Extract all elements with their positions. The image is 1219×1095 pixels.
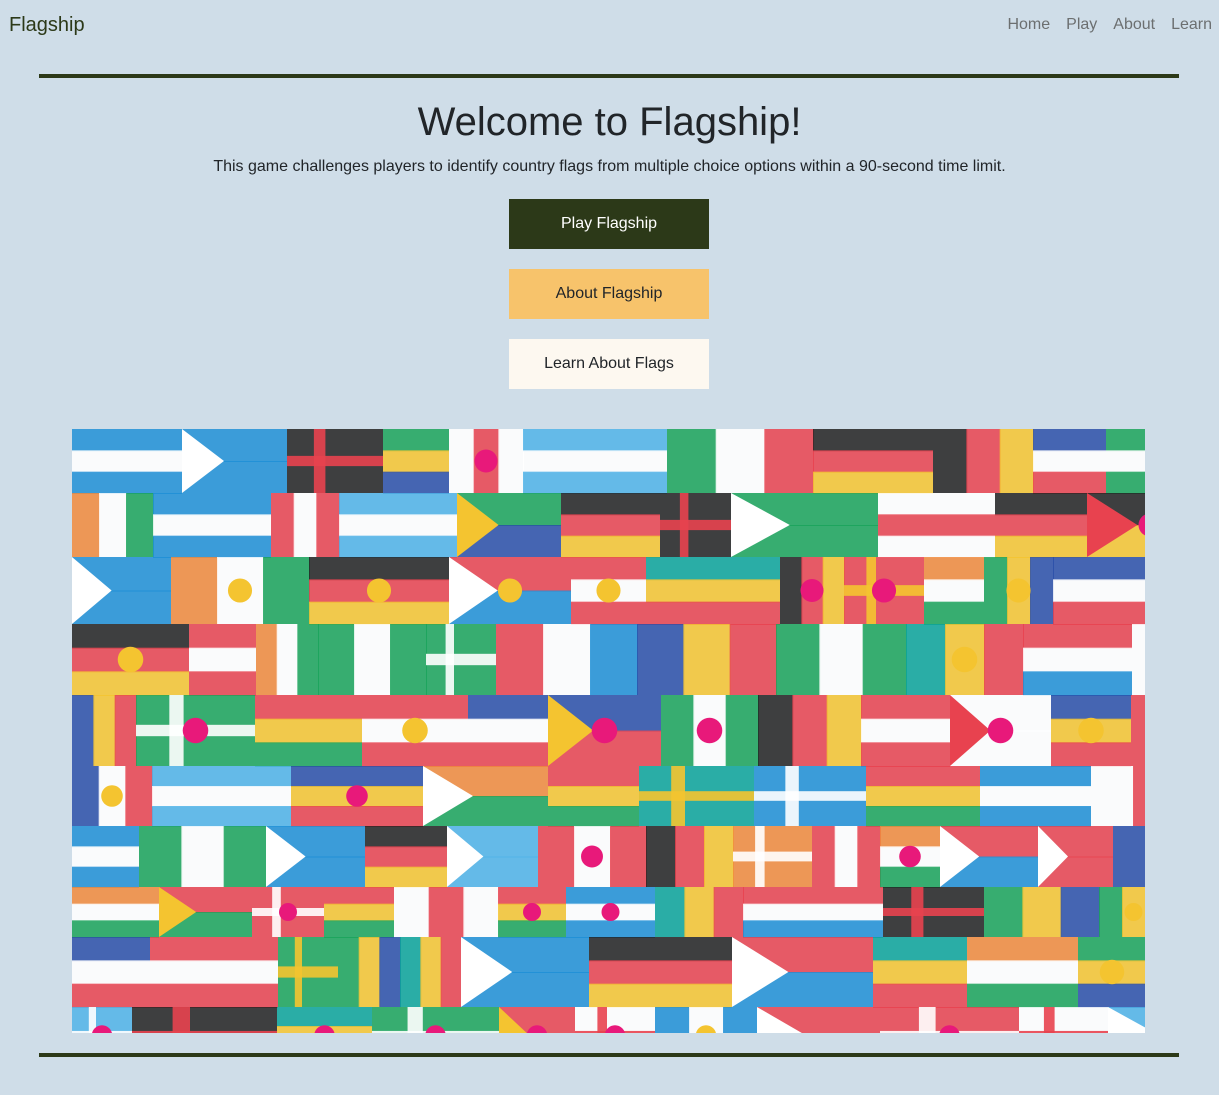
nav-links: Home Play About Learn (1007, 16, 1212, 34)
page-subtitle: This game challenges players to identify… (213, 158, 1006, 175)
play-flagship-button[interactable]: Play Flagship (509, 199, 709, 249)
brand-logo[interactable]: Flagship (9, 14, 85, 37)
nav-link-about[interactable]: About (1113, 16, 1155, 34)
page-title: Welcome to Flagship! (417, 100, 802, 144)
bottom-divider (39, 1053, 1179, 1057)
flags-collage-image (72, 429, 1145, 1033)
nav-link-play[interactable]: Play (1066, 16, 1097, 34)
about-flagship-button[interactable]: About Flagship (509, 269, 709, 319)
nav-link-learn[interactable]: Learn (1171, 16, 1212, 34)
flags-collage-graphic (72, 429, 1145, 1033)
top-divider (39, 74, 1179, 78)
nav-link-home[interactable]: Home (1007, 16, 1050, 34)
navbar: Flagship Home Play About Learn (0, 0, 1219, 54)
learn-about-flags-button[interactable]: Learn About Flags (509, 339, 709, 389)
